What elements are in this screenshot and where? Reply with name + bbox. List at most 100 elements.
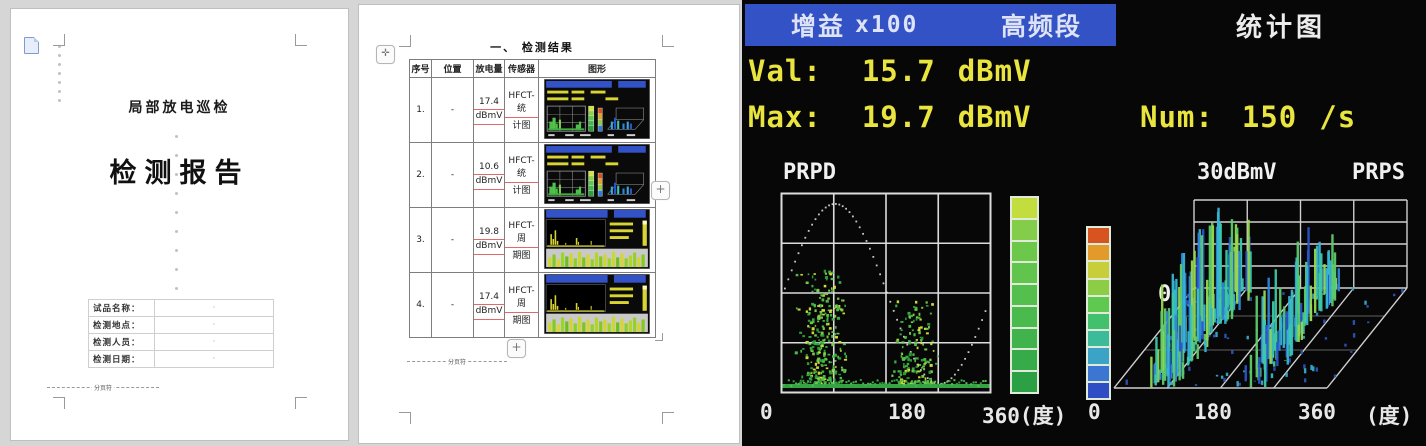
cell-sensor: HFCT-统计图 <box>505 143 539 208</box>
page-break-marker: 分页符 <box>407 361 507 362</box>
max-unit: dBmV <box>958 100 1032 134</box>
wave-screenshot-thumbnail <box>544 209 650 269</box>
field-label: 检测地点： <box>89 317 155 334</box>
table-row: 检测人员：· <box>89 334 274 351</box>
cell-location: - <box>432 78 474 143</box>
table-row: 4. - 17.4dBmV HFCT-周期图 <box>410 273 656 338</box>
cell-discharge: 17.4dBmV <box>474 273 505 338</box>
cell-location: - <box>432 143 474 208</box>
margin-crop-mark <box>295 397 307 409</box>
results-page: ✛ 一、 检测结果 序号 位置 放电量 传感器 图形 1. - 17.4dBmV… <box>358 4 740 444</box>
table-insert-row-handle[interactable]: + <box>507 339 526 358</box>
margin-crop-mark <box>662 35 674 47</box>
max-reading: Max: 19.7 dBmV <box>748 100 1032 134</box>
margin-crop-mark <box>295 34 307 46</box>
prps-tick-180: 180 <box>1194 400 1232 424</box>
cell-sensor: HFCT-周期图 <box>505 208 539 273</box>
cell-seq: 3. <box>410 208 432 273</box>
table-row: 试品名称：· <box>89 300 274 317</box>
table-row: 检测日期：· <box>89 351 274 368</box>
margin-crop-mark <box>399 412 411 424</box>
stat-screenshot-thumbnail <box>544 144 650 204</box>
field-value-empty[interactable]: · <box>155 300 274 317</box>
cell-seq: 2. <box>410 143 432 208</box>
col-header: 序号 <box>410 60 432 78</box>
gain-label: 增益 <box>791 7 845 43</box>
cell-seq: 4. <box>410 273 432 338</box>
table-row: 检测地点：· <box>89 317 274 334</box>
prps-chart <box>1112 150 1426 402</box>
page-break-label: 分页符 <box>92 383 114 392</box>
gain-band-banner: 增益 x100 高频段 <box>745 4 1116 46</box>
cell-location: - <box>432 273 474 338</box>
cover-info-table: 试品名称：· 检测地点：· 检测人员：· 检测日期：· <box>88 299 274 368</box>
screen-title: 统计图 <box>1236 7 1326 44</box>
table-resize-handle[interactable] <box>655 333 663 341</box>
cell-discharge: 17.4dBmV <box>474 78 505 143</box>
cell-sensor: HFCT-周期图 <box>505 273 539 338</box>
cell-graphic <box>539 273 656 338</box>
field-value-empty[interactable]: · <box>155 317 274 334</box>
prps-tick-360: 360 <box>1298 400 1336 424</box>
cell-location: - <box>432 208 474 273</box>
val-value: 15.7 <box>862 54 936 88</box>
num-unit: /s <box>1319 100 1356 134</box>
table-row: 1. - 17.4dBmV HFCT-统计图 <box>410 78 656 143</box>
table-row: 3. - 19.8dBmV HFCT-周期图 <box>410 208 656 273</box>
max-label: Max: <box>748 100 822 134</box>
cell-seq: 1. <box>410 78 432 143</box>
col-header: 位置 <box>432 60 474 78</box>
cover-title: 检测报告 <box>11 151 348 190</box>
page-break-marker: 分页符 <box>47 387 159 388</box>
table-header-row: 序号 位置 放电量 传感器 图形 <box>410 60 656 78</box>
cell-graphic <box>539 78 656 143</box>
gain-value: x100 <box>855 12 918 38</box>
workspace: 局部放电巡检 检测报告 试品名称：· 检测地点：· 检测人员：· 检测日期：· … <box>0 0 1426 446</box>
prpd-tick-180: 180 <box>888 400 926 424</box>
prpd-tick-360: 360(度) <box>982 400 1066 430</box>
table-insert-column-handle[interactable]: + <box>651 181 670 200</box>
section-title: 一、 检测结果 <box>409 39 655 55</box>
document-icon <box>24 37 39 54</box>
val-reading: Val: 15.7 dBmV <box>748 54 1032 88</box>
prps-colorbar <box>1086 226 1111 400</box>
cell-graphic <box>539 208 656 273</box>
col-header: 放电量 <box>474 60 505 78</box>
band-label: 高频段 <box>1001 7 1082 43</box>
max-value: 19.7 <box>862 100 936 134</box>
field-label: 试品名称： <box>89 300 155 317</box>
report-cover-page: 局部放电巡检 检测报告 试品名称：· 检测地点：· 检测人员：· 检测日期：· … <box>10 8 349 441</box>
field-label: 检测日期： <box>89 351 155 368</box>
pd-analyzer-screen: 增益 x100 高频段 统计图 Val: 15.7 dBmV Max: 19.7… <box>742 0 1426 446</box>
paragraph-marks <box>58 45 61 102</box>
val-unit: dBmV <box>958 54 1032 88</box>
prpd-colorbar <box>1010 196 1039 394</box>
field-value-empty[interactable]: · <box>155 334 274 351</box>
col-header: 图形 <box>539 60 656 78</box>
cell-sensor: HFCT-统计图 <box>505 78 539 143</box>
prpd-label: PRPD <box>783 160 836 185</box>
cell-graphic <box>539 143 656 208</box>
prpd-chart <box>780 192 992 394</box>
cell-discharge: 10.6dBmV <box>474 143 505 208</box>
prps-tick-0: 0 <box>1088 400 1101 424</box>
margin-crop-mark <box>662 412 674 424</box>
stat-screenshot-thumbnail <box>544 79 650 139</box>
field-label: 检测人员： <box>89 334 155 351</box>
num-value: 150 <box>1242 100 1297 134</box>
page-break-label: 分页符 <box>446 357 468 366</box>
table-move-handle[interactable]: ✛ <box>376 45 395 64</box>
table-row: 2. - 10.6dBmV HFCT-统计图 <box>410 143 656 208</box>
num-label: Num: <box>1140 100 1214 134</box>
prps-tick-deg: (度) <box>1366 400 1412 430</box>
num-reading: Num: 150 /s <box>1140 100 1356 134</box>
field-value-empty[interactable]: · <box>155 351 274 368</box>
prpd-tick-0: 0 <box>760 400 773 424</box>
results-table: 序号 位置 放电量 传感器 图形 1. - 17.4dBmV HFCT-统计图 … <box>409 59 656 338</box>
cover-subtitle: 局部放电巡检 <box>11 97 348 117</box>
val-label: Val: <box>748 54 822 88</box>
wave-screenshot-thumbnail <box>544 274 650 334</box>
margin-crop-mark <box>53 397 65 409</box>
cell-discharge: 19.8dBmV <box>474 208 505 273</box>
col-header: 传感器 <box>505 60 539 78</box>
